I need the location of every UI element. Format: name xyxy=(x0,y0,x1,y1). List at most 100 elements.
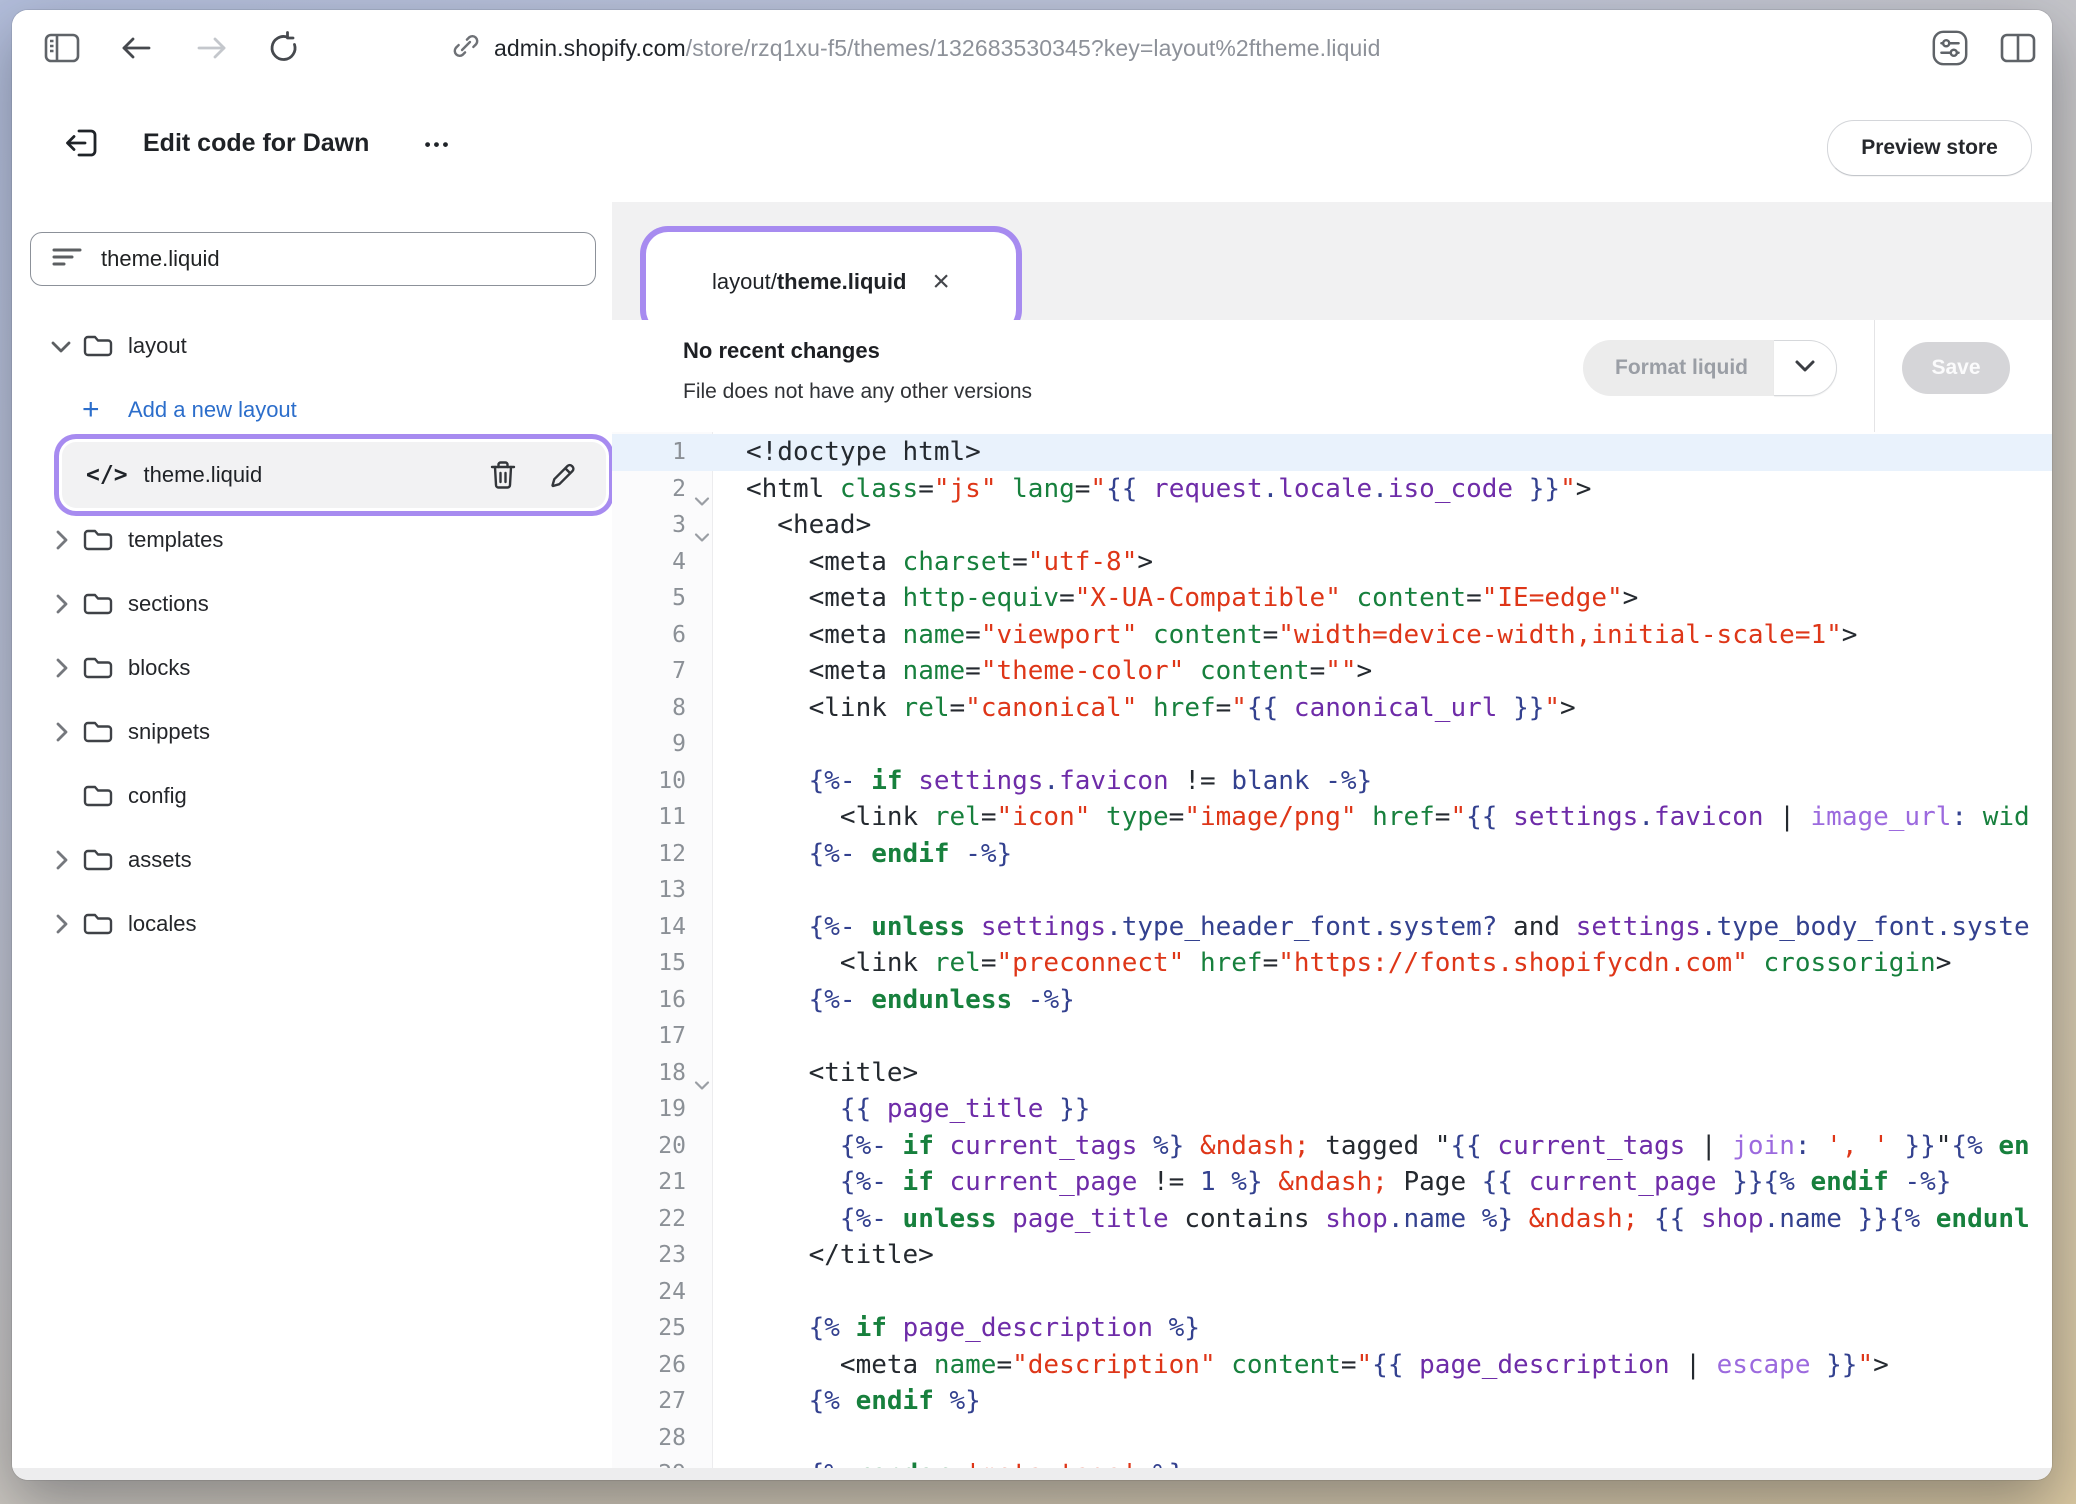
reload-button-icon[interactable] xyxy=(264,28,304,68)
code-text: <meta http-equiv="X-UA-Compatible" conte… xyxy=(712,580,1638,617)
code-text xyxy=(712,1274,746,1311)
trash-icon[interactable] xyxy=(486,458,520,492)
line-number: 28 xyxy=(612,1420,712,1457)
chevron-right-icon[interactable] xyxy=(40,849,82,871)
sidebar-item-sections[interactable]: sections xyxy=(12,572,612,636)
forward-button-icon[interactable] xyxy=(192,28,232,68)
code-line-17[interactable]: 17 xyxy=(612,1018,2052,1055)
code-line-11[interactable]: 11 <link rel="icon" type="image/png" hre… xyxy=(612,799,2052,836)
status-title: No recent changes xyxy=(683,338,880,364)
code-line-26[interactable]: 26 <meta name="description" content="{{ … xyxy=(612,1347,2052,1384)
code-line-1[interactable]: 1<!doctype html> xyxy=(612,434,2052,471)
code-line-28[interactable]: 28 xyxy=(612,1420,2052,1457)
line-number: 13 xyxy=(612,872,712,909)
sidebar-item-snippets[interactable]: snippets xyxy=(12,700,612,764)
chevron-right-icon[interactable] xyxy=(40,593,82,615)
format-liquid-button[interactable]: Format liquid xyxy=(1583,340,1837,396)
sidebar-item-config[interactable]: config xyxy=(12,764,612,828)
code-text: <link rel="icon" type="image/png" href="… xyxy=(712,799,2030,836)
code-text: <html class="js" lang="{{ request.locale… xyxy=(712,471,1591,508)
back-button-icon[interactable] xyxy=(116,28,156,68)
code-line-16[interactable]: 16 {%- endunless -%} xyxy=(612,982,2052,1019)
folder-icon xyxy=(82,910,128,938)
tab-close-icon[interactable]: × xyxy=(932,267,950,297)
search-input[interactable] xyxy=(99,245,595,273)
code-line-25[interactable]: 25 {% if page_description %} xyxy=(612,1310,2052,1347)
folder-icon xyxy=(82,718,128,746)
code-line-19[interactable]: 19 {{ page_title }} xyxy=(612,1091,2052,1128)
tab-layout-theme-liquid[interactable]: layout/theme.liquid × xyxy=(650,236,1012,328)
sidebar-item-layout[interactable]: layout xyxy=(12,314,612,378)
code-line-20[interactable]: 20 {%- if current_tags %} &ndash; tagged… xyxy=(612,1128,2052,1165)
code-line-13[interactable]: 13 xyxy=(612,872,2052,909)
sidebar-item-assets[interactable]: assets xyxy=(12,828,612,892)
line-number: 16 xyxy=(612,982,712,1019)
code-line-21[interactable]: 21 {%- if current_page != 1 %} &ndash; P… xyxy=(612,1164,2052,1201)
code-line-3[interactable]: 3 <head> xyxy=(612,507,2052,544)
chevron-right-icon[interactable] xyxy=(40,721,82,743)
code-line-4[interactable]: 4 <meta charset="utf-8"> xyxy=(612,544,2052,581)
preview-store-button[interactable]: Preview store xyxy=(1827,120,2032,176)
code-text: {%- if settings.favicon != blank -%} xyxy=(712,763,1372,800)
code-line-14[interactable]: 14 {%- unless settings.type_header_font.… xyxy=(612,909,2052,946)
code-line-23[interactable]: 23 </title> xyxy=(612,1237,2052,1274)
format-liquid-label[interactable]: Format liquid xyxy=(1583,340,1774,396)
line-number: 2 xyxy=(612,471,712,508)
selected-file-row[interactable]: </>theme.liquid xyxy=(62,442,606,508)
split-view-icon[interactable] xyxy=(1998,28,2038,68)
code-line-24[interactable]: 24 xyxy=(612,1274,2052,1311)
chevron-right-icon[interactable] xyxy=(40,657,82,679)
sidebar-item-theme.liquid[interactable]: </>theme.liquid xyxy=(12,442,612,508)
tab-label: layout/theme.liquid xyxy=(712,269,906,295)
line-number: 26 xyxy=(612,1347,712,1384)
sidebar-item-add-a-new-layout[interactable]: +Add a new layout xyxy=(12,378,612,442)
code-line-15[interactable]: 15 <link rel="preconnect" href="https://… xyxy=(612,945,2052,982)
sidebar-item-blocks[interactable]: blocks xyxy=(12,636,612,700)
code-text: <meta charset="utf-8"> xyxy=(712,544,1153,581)
code-line-8[interactable]: 8 <link rel="canonical" href="{{ canonic… xyxy=(612,690,2052,727)
sidebar-item-templates[interactable]: templates xyxy=(12,508,612,572)
code-line-7[interactable]: 7 <meta name="theme-color" content=""> xyxy=(612,653,2052,690)
code-line-12[interactable]: 12 {%- endif -%} xyxy=(612,836,2052,873)
chevron-right-icon[interactable] xyxy=(40,913,82,935)
exit-editor-icon[interactable] xyxy=(54,115,110,171)
folder-icon xyxy=(82,846,128,874)
line-number: 9 xyxy=(612,726,712,763)
code-editor[interactable]: 1<!doctype html>2<html class="js" lang="… xyxy=(612,432,2052,1468)
line-number: 3 xyxy=(612,507,712,544)
code-text: <link rel="preconnect" href="https://fon… xyxy=(712,945,1951,982)
code-line-10[interactable]: 10 {%- if settings.favicon != blank -%} xyxy=(612,763,2052,800)
line-number: 12 xyxy=(612,836,712,873)
code-text: <meta name="viewport" content="width=dev… xyxy=(712,617,1857,654)
code-line-2[interactable]: 2<html class="js" lang="{{ request.local… xyxy=(612,471,2052,508)
file-search-box[interactable] xyxy=(30,232,596,286)
chevron-right-icon[interactable] xyxy=(40,529,82,551)
browser-settings-icon[interactable] xyxy=(1930,28,1970,68)
code-text: {%- endif -%} xyxy=(712,836,1012,873)
code-line-27[interactable]: 27 {% endif %} xyxy=(612,1383,2052,1420)
folder-label: templates xyxy=(128,527,223,553)
format-dropdown-button[interactable] xyxy=(1774,340,1837,396)
address-bar[interactable]: admin.shopify.com/store/rzq1xu-f5/themes… xyxy=(452,24,1380,72)
chevron-down-icon[interactable] xyxy=(40,339,82,354)
code-line-22[interactable]: 22 {%- unless page_title contains shop.n… xyxy=(612,1201,2052,1238)
code-text: <link rel="canonical" href="{{ canonical… xyxy=(712,690,1576,727)
file-sidebar: layout+Add a new layout</>theme.liquid te… xyxy=(12,202,613,1468)
code-text: <meta name="description" content="{{ pag… xyxy=(712,1347,1889,1384)
url-text: admin.shopify.com/store/rzq1xu-f5/themes… xyxy=(494,35,1380,62)
filter-icon xyxy=(51,245,83,274)
code-line-18[interactable]: 18 <title> xyxy=(612,1055,2052,1092)
code-line-9[interactable]: 9 xyxy=(612,726,2052,763)
app-header: Edit code for Dawn ••• Preview store xyxy=(12,87,2052,203)
pencil-icon[interactable] xyxy=(546,458,580,492)
sidebar-item-locales[interactable]: locales xyxy=(12,892,612,956)
folder-label: sections xyxy=(128,591,209,617)
more-options-button[interactable]: ••• xyxy=(410,117,466,173)
sidebar-toggle-icon[interactable] xyxy=(42,28,82,68)
save-button[interactable]: Save xyxy=(1902,342,2010,394)
line-number: 21 xyxy=(612,1164,712,1201)
code-line-6[interactable]: 6 <meta name="viewport" content="width=d… xyxy=(612,617,2052,654)
code-line-5[interactable]: 5 <meta http-equiv="X-UA-Compatible" con… xyxy=(612,580,2052,617)
code-line-29[interactable]: 29 {% render 'meta-tags' %} xyxy=(612,1456,2052,1468)
chevron-down-icon xyxy=(1794,359,1816,378)
